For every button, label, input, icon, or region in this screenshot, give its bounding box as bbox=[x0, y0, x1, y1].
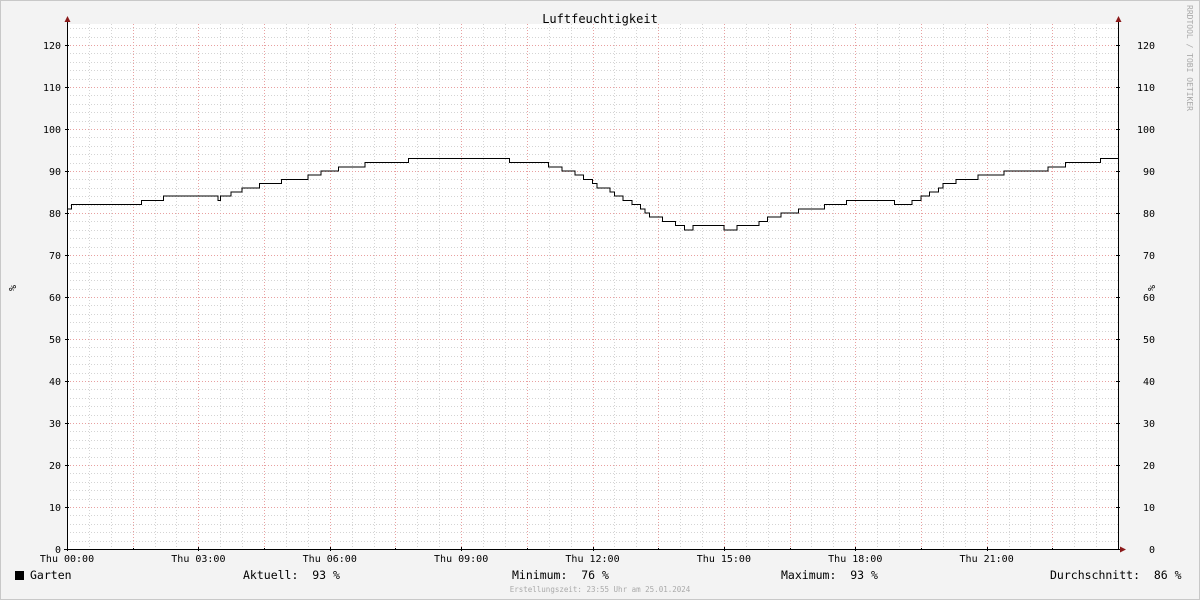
y-tick-label-left: 80 bbox=[49, 209, 61, 220]
maximum-value: 93 % bbox=[850, 568, 878, 582]
humidity-chart: 0 10 20 30 40 50 60 70 80 90 100 110 120 0 10 20 30 40 50… bbox=[6, 5, 1194, 565]
y-tick-label-left: 20 bbox=[49, 461, 61, 472]
x-tick-label: Thu 12:00 bbox=[565, 554, 619, 565]
minimum-label: Minimum: bbox=[512, 568, 568, 582]
watermark: RRDTOOL / TOBI OETIKER bbox=[1185, 5, 1194, 111]
y-tick-label-left: 70 bbox=[49, 251, 61, 262]
x-tick-label: Thu 00:00 bbox=[40, 554, 94, 565]
y-tick-label-left: 110 bbox=[43, 83, 61, 94]
y-tick-label-right: 120 bbox=[1137, 41, 1155, 52]
y-axis-arrow-left bbox=[64, 16, 71, 22]
x-tick-labels: Thu 00:00 Thu 03:00 Thu 06:00 Thu 09:00 Thu … bbox=[40, 554, 1014, 565]
y-tick-label-left: 120 bbox=[43, 41, 61, 52]
average-value: 86 % bbox=[1153, 568, 1182, 582]
y-tick-label-right: 40 bbox=[1143, 377, 1155, 388]
y-tick-label-right: 100 bbox=[1137, 125, 1155, 136]
legend-swatch bbox=[15, 571, 24, 580]
y-axis-arrow-right bbox=[1115, 16, 1122, 22]
y-axis-label-right: % bbox=[1145, 285, 1156, 291]
x-tick-label: Thu 03:00 bbox=[171, 554, 225, 565]
current-label: Aktuell: bbox=[243, 568, 299, 582]
y-tick-labels-right: 0 10 20 30 40 50 60 70 80 90 100 110 120 bbox=[1137, 41, 1155, 556]
legend-average: Durchschnitt: 86 % bbox=[1050, 567, 1182, 583]
x-tick-label: Thu 18:00 bbox=[828, 554, 882, 565]
x-tick-label: Thu 06:00 bbox=[303, 554, 357, 565]
chart-title: Luftfeuchtigkeit bbox=[542, 12, 658, 26]
current-value: 93 % bbox=[312, 568, 340, 582]
y-tick-label-left: 10 bbox=[49, 503, 61, 514]
y-tick-label-left: 90 bbox=[49, 167, 61, 178]
y-tick-label-right: 90 bbox=[1143, 167, 1155, 178]
legend-series: Garten bbox=[15, 567, 72, 583]
y-tick-label-right: 10 bbox=[1143, 503, 1155, 514]
y-tick-label-left: 100 bbox=[43, 125, 61, 136]
y-tick-labels-left: 0102030405060708090100110120 bbox=[43, 41, 61, 556]
y-tick-label-right: 30 bbox=[1143, 419, 1155, 430]
x-tick-label: Thu 21:00 bbox=[960, 554, 1014, 565]
y-axis-label-left: % bbox=[6, 285, 17, 291]
y-tick-label-right: 110 bbox=[1137, 83, 1155, 94]
legend-maximum: Maximum: 93 % bbox=[781, 567, 878, 583]
creation-time-note: Erstellungszeit: 23:55 Uhr am 25.01.2024 bbox=[509, 585, 691, 594]
y-tick-label-left: 30 bbox=[49, 419, 61, 430]
legend-minimum: Minimum: 76 % bbox=[512, 567, 609, 583]
y-tick-label-left: 60 bbox=[49, 293, 61, 304]
y-tick-label-left: 50 bbox=[49, 335, 61, 346]
y-tick-label-right: 80 bbox=[1143, 209, 1155, 220]
plot-area bbox=[67, 24, 1118, 549]
y-tick-label-right: 60 bbox=[1143, 293, 1155, 304]
y-tick-label-right: 70 bbox=[1143, 251, 1155, 262]
minimum-value: 76 % bbox=[581, 568, 609, 582]
maximum-label: Maximum: bbox=[781, 568, 837, 582]
x-tick-label: Thu 09:00 bbox=[434, 554, 488, 565]
y-tick-label-right: 50 bbox=[1143, 335, 1155, 346]
y-tick-label-right: 0 bbox=[1149, 545, 1155, 556]
average-label: Durchschnitt: bbox=[1050, 568, 1141, 582]
x-tick-label: Thu 15:00 bbox=[697, 554, 751, 565]
y-tick-label-left: 40 bbox=[49, 377, 61, 388]
x-axis-arrow bbox=[1120, 546, 1126, 553]
legend-series-label: Garten bbox=[30, 568, 72, 582]
legend-current: Aktuell: 93 % bbox=[243, 567, 340, 583]
y-tick-label-right: 20 bbox=[1143, 461, 1155, 472]
